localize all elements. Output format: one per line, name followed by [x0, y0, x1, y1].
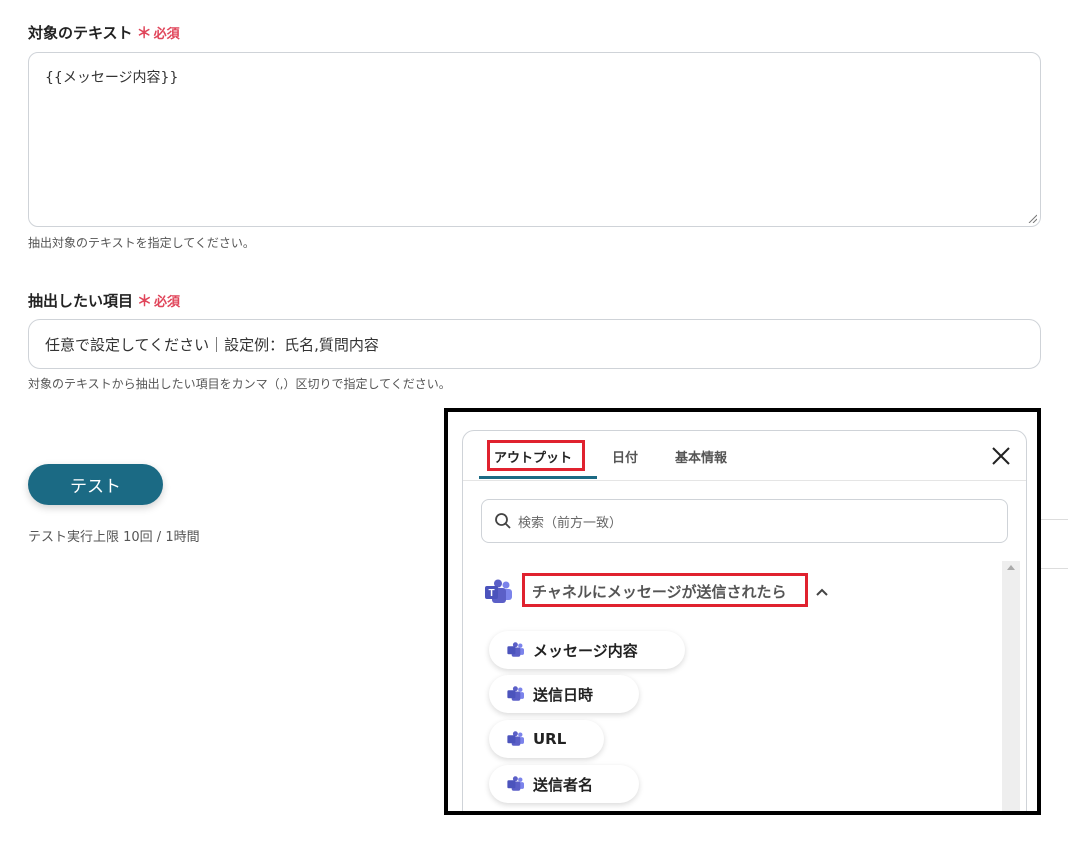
output-item-url[interactable]: URL: [489, 720, 604, 758]
output-item-label: 送信日時: [533, 685, 594, 704]
highlight-box-output-tab: [487, 440, 585, 471]
extract-items-value: 任意で設定してください｜設定例：氏名,質問内容: [45, 335, 379, 354]
tab-date[interactable]: 日付: [612, 447, 638, 466]
search-input[interactable]: 検索（前方一致）: [481, 499, 1008, 543]
search-icon: [495, 513, 511, 529]
background-panel-edge: [1041, 568, 1068, 569]
output-item-sent-datetime[interactable]: 送信日時: [489, 675, 639, 713]
output-item-sender-name[interactable]: 送信者名: [489, 765, 639, 803]
close-icon[interactable]: [990, 445, 1012, 467]
output-item-label: 送信者名: [533, 775, 594, 794]
required-badge: 必須: [154, 295, 181, 310]
required-badge: 必須: [153, 27, 180, 42]
required-star: ＊: [137, 292, 153, 310]
highlight-box-group-title: [522, 573, 808, 607]
test-limit-text: テスト実行上限 10回 / 1時間: [28, 530, 200, 545]
teams-icon: [507, 686, 524, 701]
target-text-label: 対象のテキスト＊必須: [28, 22, 180, 43]
output-item-label: メッセージ内容: [533, 641, 638, 660]
teams-icon: T: [485, 579, 512, 603]
teams-icon: [507, 642, 524, 657]
search-placeholder: 検索（前方一致）: [518, 515, 623, 531]
output-item-message-content[interactable]: メッセージ内容: [489, 631, 685, 669]
active-tab-indicator: [479, 476, 597, 479]
output-panel: アウトプット 日付 基本情報 検索（前方一致） T チャネルにメッセージが送信さ…: [462, 430, 1027, 811]
chevron-up-icon[interactable]: [815, 588, 829, 597]
output-item-label: URL: [533, 730, 567, 748]
required-star: ＊: [136, 24, 152, 42]
teams-icon: [507, 731, 524, 746]
scroll-up-arrow-icon[interactable]: [1007, 565, 1015, 570]
extract-items-label-text: 抽出したい項目: [28, 292, 134, 310]
target-text-help: 抽出対象のテキストを指定してください。: [28, 236, 255, 250]
output-popup-frame: アウトプット 日付 基本情報 検索（前方一致） T チャネルにメッセージが送信さ…: [444, 408, 1041, 815]
background-panel-edge: [1041, 519, 1068, 520]
teams-icon: [507, 776, 524, 791]
resize-grip-icon[interactable]: [1027, 213, 1037, 223]
extract-items-label: 抽出したい項目＊必須: [28, 290, 180, 311]
tab-basic-info[interactable]: 基本情報: [675, 447, 727, 466]
test-button[interactable]: テスト: [28, 464, 163, 505]
extract-items-help: 対象のテキストから抽出したい項目をカンマ（,）区切りで指定してください。: [28, 377, 451, 391]
svg-text:T: T: [488, 588, 494, 599]
extract-items-input[interactable]: 任意で設定してください｜設定例：氏名,質問内容: [28, 319, 1041, 369]
target-text-textarea[interactable]: {{メッセージ内容}}: [28, 52, 1041, 227]
target-text-label-text: 対象のテキスト: [28, 24, 133, 42]
output-tabs: アウトプット 日付 基本情報: [463, 431, 1026, 481]
target-text-value: {{メッセージ内容}}: [45, 70, 179, 86]
scrollbar[interactable]: [1002, 561, 1020, 811]
